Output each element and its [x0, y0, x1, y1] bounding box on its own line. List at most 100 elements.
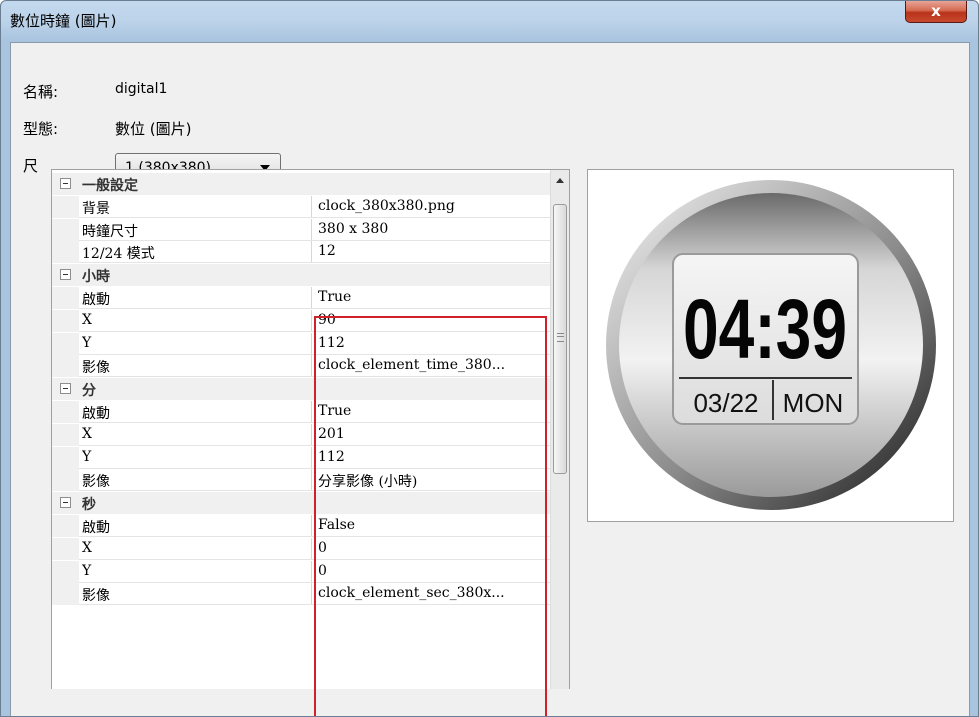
property-row[interactable]: 12/24 模式 12: [52, 241, 550, 264]
property-row[interactable]: 啟動 True: [52, 401, 550, 423]
property-value[interactable]: clock_element_sec_380x...: [318, 585, 546, 603]
clock-weekday: MON: [783, 388, 844, 418]
property-name: 影像: [82, 360, 110, 376]
column-separator: [311, 515, 312, 537]
row-gutter: [52, 195, 79, 218]
property-value[interactable]: False: [318, 517, 546, 535]
category-row[interactable]: 小時: [52, 264, 550, 287]
row-gutter: [52, 241, 79, 264]
property-value[interactable]: 0: [318, 563, 546, 581]
category-label: 小時: [82, 269, 110, 285]
column-separator: [311, 469, 312, 492]
row-gutter: [52, 469, 79, 492]
column-separator: [311, 401, 312, 423]
property-value[interactable]: 0: [318, 540, 546, 558]
row-gutter: [52, 309, 79, 332]
name-label: 名稱:: [23, 83, 59, 101]
property-row[interactable]: 影像 分享影像 (小時): [52, 469, 550, 492]
property-name: 時鐘尺寸: [82, 223, 138, 239]
column-separator: [311, 309, 312, 332]
property-grid[interactable]: 一般設定背景 clock_380x380.png 時鐘尺寸 380 x 380 12/2…: [51, 169, 570, 689]
property-row[interactable]: 影像 clock_element_sec_380x...: [52, 583, 550, 606]
row-gutter: [52, 423, 79, 446]
property-name: 啟動: [82, 406, 110, 421]
property-row[interactable]: Y 112: [52, 332, 550, 355]
clock-time: 04:39: [683, 282, 847, 376]
collapse-toggle-icon[interactable]: [60, 383, 71, 395]
property-name: 影像: [82, 588, 110, 604]
property-value[interactable]: 112: [318, 449, 546, 467]
property-row[interactable]: 影像 clock_element_time_380...: [52, 355, 550, 378]
scroll-up-arrow-icon[interactable]: [551, 170, 569, 192]
category-row[interactable]: 一般設定: [52, 173, 550, 195]
title-bar[interactable]: 數位時鐘 (圖片) x: [1, 1, 978, 37]
property-name: X: [82, 539, 92, 556]
property-value[interactable]: clock_380x380.png: [318, 198, 546, 216]
row-gutter: [52, 515, 79, 537]
collapse-toggle-icon[interactable]: [60, 497, 71, 509]
row-divider: [79, 604, 550, 606]
type-value: 數位 (圖片): [115, 120, 192, 138]
collapse-toggle-icon[interactable]: [60, 269, 71, 281]
dialog-window: 數位時鐘 (圖片) x 名稱: digital1 型態: 數位 (圖片) 尺 1…: [0, 0, 979, 717]
category-label: 一般設定: [82, 178, 138, 193]
row-gutter: [52, 583, 79, 606]
clock-preview-panel: 04:39 03/22 MON: [587, 169, 954, 522]
column-separator: [311, 583, 312, 606]
property-value[interactable]: 380 x 380: [318, 221, 546, 239]
row-gutter: [52, 218, 79, 241]
category-label: 分: [82, 383, 96, 399]
column-separator: [311, 446, 312, 469]
property-name: X: [82, 425, 92, 442]
property-name: 啟動: [82, 292, 110, 307]
collapse-toggle-icon[interactable]: [60, 178, 71, 189]
column-separator: [311, 287, 312, 309]
row-gutter: [52, 287, 79, 309]
property-value[interactable]: 分享影像 (小時): [318, 471, 546, 489]
row-gutter: [52, 332, 79, 355]
name-value: digital1: [115, 81, 168, 97]
property-value[interactable]: True: [318, 289, 546, 307]
property-value[interactable]: clock_element_time_380...: [318, 357, 546, 375]
row-gutter: [52, 355, 79, 378]
property-row[interactable]: 啟動 False: [52, 515, 550, 537]
category-row[interactable]: 秒: [52, 492, 550, 515]
property-row[interactable]: X 201: [52, 423, 550, 446]
property-row[interactable]: 時鐘尺寸 380 x 380: [52, 218, 550, 241]
column-separator: [311, 241, 312, 264]
window-title: 數位時鐘 (圖片): [10, 12, 117, 30]
row-gutter: [52, 446, 79, 469]
property-value[interactable]: 90: [318, 312, 546, 330]
grip-icon: [557, 333, 564, 342]
column-separator: [311, 195, 312, 218]
property-row[interactable]: Y 112: [52, 446, 550, 469]
property-value[interactable]: 201: [318, 426, 546, 444]
property-value[interactable]: True: [318, 403, 546, 421]
property-value[interactable]: 112: [318, 335, 546, 353]
column-separator: [311, 560, 312, 583]
property-name: Y: [82, 448, 92, 465]
size-label: 尺: [23, 157, 39, 175]
property-row[interactable]: 背景 clock_380x380.png: [52, 195, 550, 218]
property-name: Y: [82, 562, 92, 579]
property-name: 背景: [82, 200, 110, 216]
property-row[interactable]: 啟動 True: [52, 287, 550, 309]
category-row[interactable]: 分: [52, 378, 550, 401]
property-value[interactable]: 12: [318, 243, 546, 261]
close-button[interactable]: x: [905, 1, 967, 23]
type-label: 型態:: [23, 120, 59, 138]
row-gutter: [52, 537, 79, 560]
property-row[interactable]: X 90: [52, 309, 550, 332]
scroll-thumb[interactable]: [553, 204, 567, 474]
property-row[interactable]: Y0: [52, 560, 550, 583]
property-name: X: [82, 311, 92, 328]
property-row[interactable]: X0: [52, 537, 550, 560]
category-label: 秒: [82, 497, 96, 513]
property-name: Y: [82, 334, 92, 351]
column-separator: [311, 218, 312, 241]
clock-date: 03/22: [693, 388, 758, 418]
property-name: 啟動: [82, 520, 110, 535]
row-gutter: [52, 401, 79, 423]
vertical-scrollbar[interactable]: [550, 170, 569, 689]
property-name: 影像: [82, 474, 110, 490]
